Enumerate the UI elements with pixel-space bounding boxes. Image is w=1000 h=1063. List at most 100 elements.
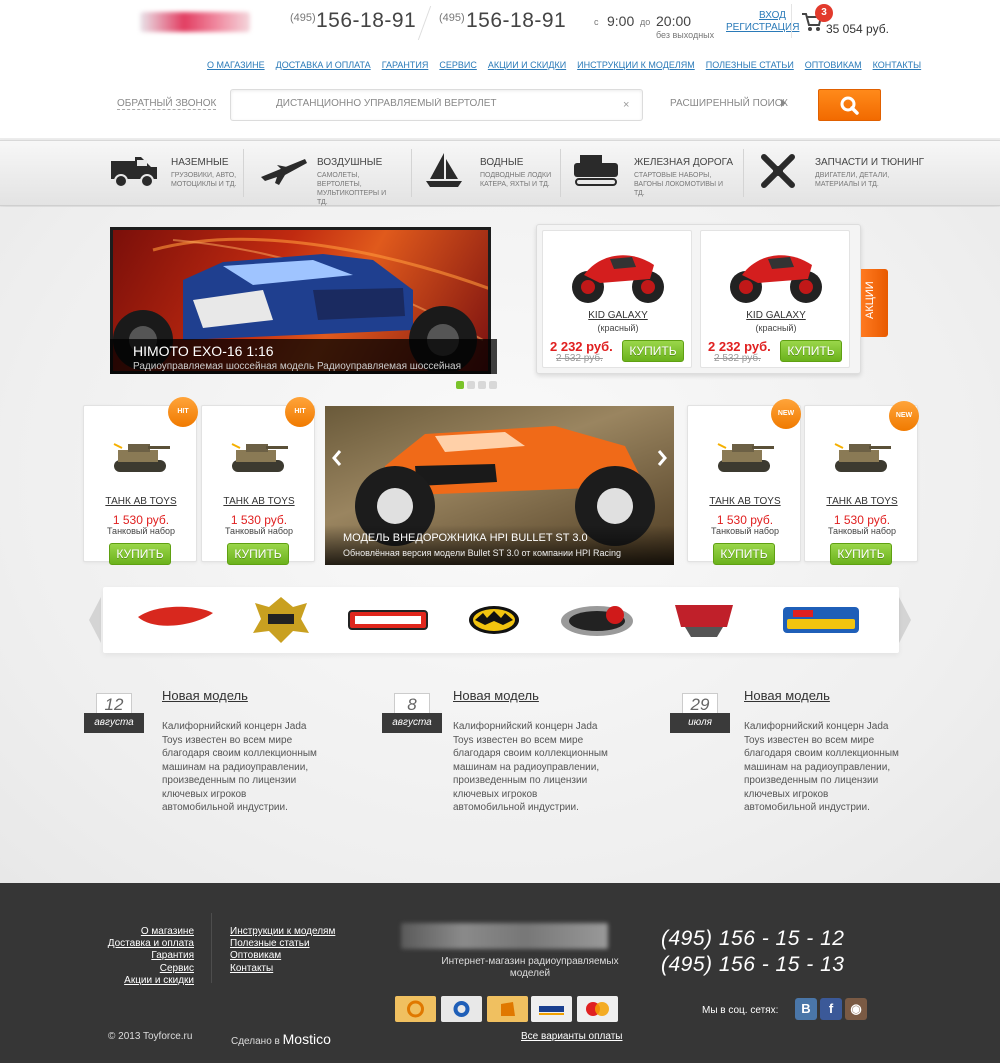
featured-title[interactable]: МОДЕЛЬ ВНЕДОРОЖНИКА HPI BULLET ST 3.0 — [343, 532, 588, 544]
site-logo[interactable] — [140, 12, 250, 32]
hours-from-label: с — [594, 17, 599, 27]
phone1-code: (495) — [290, 12, 316, 24]
nav-delivery[interactable]: ДОСТАВКА И ОПЛАТА — [276, 60, 371, 70]
cart-total[interactable]: 35 054 руб. — [826, 22, 889, 36]
product-name[interactable]: ТАНК AB TOYS — [84, 496, 198, 507]
category-air[interactable]: ВОЗДУШНЫЕ САМОЛЕТЫ, ВЕРТОЛЕТЫ, МУЛЬТИКОП… — [255, 141, 405, 207]
footer-link[interactable]: Контакты — [230, 963, 335, 975]
all-payment-options-link[interactable]: Все варианты оплаты — [521, 1031, 622, 1042]
product-name[interactable]: ТАНК AB TOYS — [688, 496, 802, 507]
footer-link[interactable]: Акции и скидки — [100, 975, 194, 987]
category-parts[interactable]: ЗАПЧАСТИ И ТЮНИНГ ДВИГАТЕЛИ, ДЕТАЛИ, МАТ… — [752, 141, 925, 207]
chevron-right-icon — [657, 450, 667, 466]
promo-name[interactable]: KID GALAXY — [543, 310, 693, 321]
made-by-studio[interactable]: Mostico — [283, 1031, 331, 1047]
news-month: июля — [670, 713, 730, 733]
slider-dot[interactable] — [456, 381, 464, 389]
footer-link[interactable]: Гарантия — [100, 950, 194, 962]
buy-button[interactable]: КУПИТЬ — [780, 340, 842, 362]
mastercard-icon — [577, 996, 618, 1022]
product-subtitle: Танковый набор — [827, 526, 897, 536]
nav-service[interactable]: СЕРВИС — [439, 60, 476, 70]
truck-icon — [111, 157, 157, 188]
footer-logo[interactable] — [401, 923, 608, 949]
news-title[interactable]: Новая модель — [162, 688, 248, 703]
category-title: ВОДНЫЕ — [480, 157, 524, 168]
category-rail[interactable]: ЖЕЛЕЗНАЯ ДОРОГА СТАРТОВЫЕ НАБОРЫ, ВАГОНЫ… — [570, 141, 740, 207]
promo-price: 2 232 руб. — [550, 339, 613, 354]
phone2-code: (495) — [439, 12, 465, 24]
facebook-icon[interactable]: f — [820, 998, 842, 1020]
slider-dots — [456, 381, 497, 389]
buy-button[interactable]: КУПИТЬ — [227, 543, 289, 565]
category-water[interactable]: ВОДНЫЕ ПОДВОДНЫЕ ЛОДКИ КАТЕРА, ЯХТЫ И ТД… — [420, 141, 560, 207]
footer-link[interactable]: Полезные статьи — [230, 938, 335, 950]
footer-divider — [211, 913, 212, 983]
news-text: Калифорнийский концерн Jada Toys известе… — [744, 721, 899, 813]
hours-to: 20:00 — [656, 13, 692, 29]
nav-sales[interactable]: АКЦИИ И СКИДКИ — [488, 60, 566, 70]
product-price: 1 530 руб. — [112, 513, 170, 527]
sailboat-icon — [426, 153, 462, 187]
news-title[interactable]: Новая модель — [453, 688, 539, 703]
product-image — [572, 255, 664, 303]
category-bar: НАЗЕМНЫЕ ГРУЗОВИКИ, АВТО, МОТОЦИКЛЫ И ТД… — [0, 140, 1000, 206]
cart-divider — [791, 4, 792, 38]
brands-strip — [103, 587, 899, 653]
category-title: ЗАПЧАСТИ И ТЮНИНГ — [815, 157, 925, 168]
buy-button[interactable]: КУПИТЬ — [622, 340, 684, 362]
chevron-left-icon — [332, 450, 342, 466]
nav-wholesale[interactable]: ОПТОВИКАМ — [805, 60, 862, 70]
search-button[interactable] — [818, 89, 881, 121]
buy-button[interactable]: КУПИТЬ — [830, 543, 892, 565]
brands-next-arrow[interactable] — [899, 597, 911, 643]
copyright: © 2013 Toyforce.ru — [108, 1031, 193, 1042]
buy-button[interactable]: КУПИТЬ — [713, 543, 775, 565]
category-divider — [560, 149, 561, 197]
hero-title[interactable]: HIMOTO EXO-16 1:16 — [133, 343, 274, 359]
brand-logos — [138, 597, 859, 643]
news-title[interactable]: Новая модель — [744, 688, 830, 703]
footer-link[interactable]: Оптовикам — [230, 950, 335, 962]
brands-prev-arrow[interactable] — [89, 597, 101, 643]
search-icon — [840, 96, 859, 115]
clear-icon[interactable]: × — [623, 99, 629, 111]
brand-mark — [138, 606, 213, 626]
buy-button[interactable]: КУПИТЬ — [109, 543, 171, 565]
product-name[interactable]: ТАНК AB TOYS — [805, 496, 919, 507]
nav-contacts[interactable]: КОНТАКТЫ — [873, 60, 922, 70]
footer-link[interactable]: Доставка и оплата — [100, 938, 194, 950]
promo-color: (красный) — [755, 323, 797, 333]
footer-link[interactable]: О магазине — [100, 926, 194, 938]
product-subtitle: Танковый набор — [710, 526, 780, 536]
promo-old-price: 2 532 руб. — [556, 353, 603, 364]
sales-tab[interactable]: АКЦИИ — [861, 269, 888, 337]
promo-old-price: 2 532 руб. — [714, 353, 761, 364]
product-card[interactable]: ТАНК AB TOYS 1 530 руб. Танковый набор К… — [201, 405, 316, 565]
slider-dot[interactable] — [478, 381, 486, 389]
login-link[interactable]: ВХОД — [759, 10, 786, 21]
vkontakte-icon[interactable]: В — [795, 998, 817, 1020]
product-card[interactable]: ТАНК AB TOYS 1 530 руб. Танковый набор К… — [83, 405, 198, 565]
search-input[interactable] — [276, 98, 596, 109]
callback-link[interactable]: ОБРАТНЫЙ ЗВОНОК — [117, 98, 217, 110]
nav-manuals[interactable]: ИНСТРУКЦИИ К МОДЕЛЯМ — [577, 60, 695, 70]
cart-count-badge: 3 — [815, 4, 833, 22]
nav-about[interactable]: О МАГАЗИНЕ — [207, 60, 265, 70]
register-link[interactable]: РЕГИСТРАЦИЯ — [726, 22, 799, 33]
category-title: ВОЗДУШНЫЕ — [317, 157, 383, 168]
promo-name[interactable]: KID GALAXY — [701, 310, 851, 321]
hero-subtitle: Радиоуправляемая шоссейная модель Радиоу… — [133, 361, 462, 372]
instagram-icon[interactable]: ◉ — [845, 998, 867, 1020]
footer-link[interactable]: Инструкции к моделям — [230, 926, 335, 938]
category-ground[interactable]: НАЗЕМНЫЕ ГРУЗОВИКИ, АВТО, МОТОЦИКЛЫ И ТД… — [103, 141, 253, 207]
advanced-search-link[interactable]: РАСШИРЕННЫЙ ПОИСК — [670, 98, 788, 109]
nav-articles[interactable]: ПОЛЕЗНЫЕ СТАТЬИ — [706, 60, 794, 70]
news-date: 29 июля — [670, 693, 730, 739]
product-name[interactable]: ТАНК AB TOYS — [202, 496, 316, 507]
slider-dot[interactable] — [489, 381, 497, 389]
footer-link[interactable]: Сервис — [100, 963, 194, 975]
news-text: Калифорнийский концерн Jada Toys известе… — [453, 721, 608, 813]
slider-dot[interactable] — [467, 381, 475, 389]
nav-warranty[interactable]: ГАРАНТИЯ — [382, 60, 429, 70]
